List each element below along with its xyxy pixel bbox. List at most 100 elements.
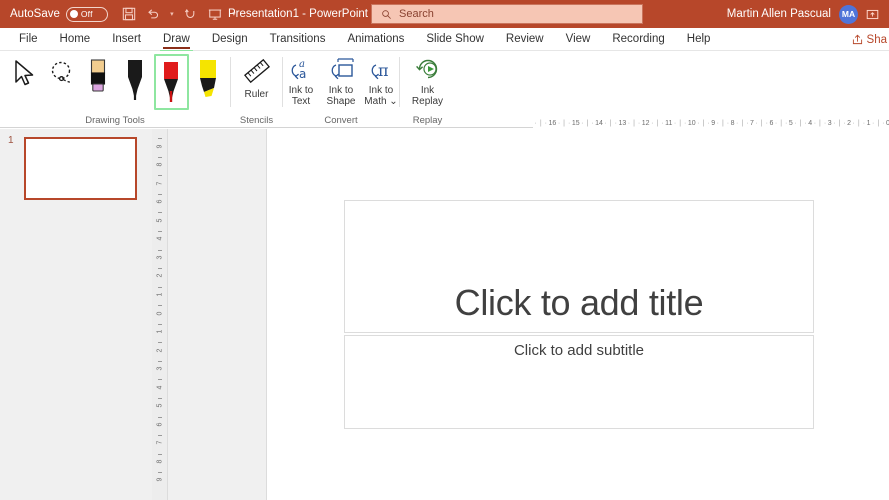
tab-active-underline xyxy=(162,47,190,49)
redo-icon[interactable] xyxy=(180,3,202,25)
ruler-tick-label: 8 xyxy=(156,162,164,167)
ruler-minor-tick xyxy=(158,416,162,418)
select-tool[interactable] xyxy=(8,54,42,110)
tab-animations[interactable]: Animations xyxy=(336,28,415,51)
svg-text:a: a xyxy=(299,67,306,81)
autosave-toggle[interactable]: Off xyxy=(65,6,108,22)
search-placeholder: Search xyxy=(399,8,434,20)
ruler-tick-label: 7 xyxy=(156,181,164,186)
restore-window-icon[interactable] xyxy=(866,8,879,21)
ribbon-group-stencils: Ruler Stencils xyxy=(231,51,282,128)
slide-thumbnail-1[interactable] xyxy=(24,137,137,200)
share-button[interactable]: Sha xyxy=(852,28,889,51)
ink-to-math-button[interactable]: π Ink to Math ⌄ xyxy=(361,51,401,113)
start-presentation-icon[interactable] xyxy=(204,3,226,25)
ink-to-math-label: Ink to Math ⌄ xyxy=(364,85,398,107)
tab-label: Review xyxy=(505,33,544,45)
ink-to-text-icon: aa xyxy=(286,56,316,82)
pen-red-tool[interactable] xyxy=(153,54,189,110)
slide-number-label: 1 xyxy=(8,135,14,146)
ruler-tick-label: 15 xyxy=(571,120,580,127)
ruler-minor-tick xyxy=(158,323,162,325)
lasso-select-tool[interactable] xyxy=(44,54,78,110)
tab-design[interactable]: Design xyxy=(201,28,259,51)
ruler-minor-tick xyxy=(158,305,162,307)
tab-label: Recording xyxy=(612,33,665,45)
svg-text:π: π xyxy=(378,61,389,80)
avatar[interactable]: MA xyxy=(839,4,858,24)
cursor-arrow-icon xyxy=(12,58,38,88)
horizontal-ruler[interactable]: · | · 16 · | · 15 · | · 14 · | · 13 · | · 12 · | · 11 · | · 10 · | · 9 ·… xyxy=(533,118,889,129)
tab-label: Slide Show xyxy=(426,33,484,45)
tab-label: Help xyxy=(686,33,711,45)
pen-black-tool[interactable] xyxy=(117,54,151,110)
tab-transitions[interactable]: Transitions xyxy=(259,28,337,51)
user-name-label: Martin Allen Pascual xyxy=(726,8,831,20)
ruler-tick-label: 2 xyxy=(156,273,164,278)
ruler-button[interactable]: Ruler xyxy=(237,51,277,113)
ruler-tick-label: 4 xyxy=(156,385,164,390)
ruler-tick-label: 4 xyxy=(156,236,164,241)
subtitle-placeholder[interactable]: Click to add subtitle xyxy=(344,335,814,429)
eraser-tool[interactable] xyxy=(81,54,115,110)
ribbon-group-drawing-tools: Drawing Tools xyxy=(0,51,230,128)
ruler-tick-label: 5 xyxy=(156,403,164,408)
ribbon-group-convert: aa Ink to Text Ink to Shape π Ink to Mat… xyxy=(283,51,399,128)
ribbon-group-label: Drawing Tools xyxy=(85,115,145,126)
undo-dropdown-icon[interactable]: ▾ xyxy=(166,3,178,25)
ruler-minor-tick xyxy=(158,435,162,437)
ruler-minor-tick xyxy=(158,379,162,381)
ink-to-text-label: Ink to Text xyxy=(288,85,314,107)
ruler-minor-tick xyxy=(158,212,162,214)
ruler-tick-label: 3 xyxy=(156,366,164,371)
ribbon-tab-strip: File Home Insert Draw Design Transitions… xyxy=(0,28,889,54)
slide-editing-surface[interactable]: Click to add title Click to add subtitle xyxy=(344,200,814,429)
subtitle-placeholder-text: Click to add subtitle xyxy=(513,342,645,359)
ruler-minor-tick xyxy=(158,268,162,270)
tab-review[interactable]: Review xyxy=(495,28,555,51)
ruler-tick-label: 16 xyxy=(548,120,557,127)
slide-canvas[interactable]: · | · 16 · | · 15 · | · 14 · | · 13 · | · 12 · | · 11 · | · 10 · | · 9 ·… xyxy=(266,118,889,500)
ink-replay-button[interactable]: Ink Replay xyxy=(408,51,448,113)
tab-view[interactable]: View xyxy=(555,28,602,51)
ruler-minor-tick xyxy=(158,138,162,140)
ink-replay-icon xyxy=(413,56,443,82)
highlighter-yellow-tool[interactable] xyxy=(191,54,225,110)
slide-thumbnail-panel[interactable]: 1 xyxy=(0,129,152,500)
tab-home[interactable]: Home xyxy=(49,28,102,51)
ruler-minor-tick xyxy=(158,453,162,455)
title-placeholder[interactable]: Click to add title xyxy=(344,200,814,333)
tab-draw[interactable]: Draw xyxy=(152,28,201,54)
autosave-control[interactable]: AutoSave Off xyxy=(10,6,108,22)
tab-insert[interactable]: Insert xyxy=(101,28,152,51)
save-icon[interactable] xyxy=(118,3,140,25)
tab-slide-show[interactable]: Slide Show xyxy=(415,28,495,51)
ruler-tick-label: 1 xyxy=(156,329,164,334)
ruler-tick-label: 8 xyxy=(156,459,164,464)
ruler-minor-tick xyxy=(158,360,162,362)
ruler-icon xyxy=(242,56,272,86)
autosave-state-label: Off xyxy=(80,9,93,19)
ink-to-math-icon: π xyxy=(366,56,396,82)
ruler-tick-label: 2 xyxy=(156,348,164,353)
title-bar: AutoSave Off ▾ ▾ Presentation1 - PowerPo… xyxy=(0,0,889,28)
tab-file[interactable]: File xyxy=(8,28,49,51)
ruler-tick-label: 9 xyxy=(156,144,164,148)
undo-icon[interactable] xyxy=(142,3,164,25)
tab-label: Insert xyxy=(112,33,141,45)
vertical-ruler[interactable]: 9 8 7 6 5 4 3 2 1 0 1 2 3 4 5 6 7 8 9 xyxy=(152,129,168,500)
ink-to-text-button[interactable]: aa Ink to Text xyxy=(281,51,321,113)
tab-label: File xyxy=(19,33,38,45)
share-icon xyxy=(852,34,863,45)
tab-label: Design xyxy=(211,33,248,45)
ribbon-group-label: Convert xyxy=(324,115,358,126)
search-input[interactable]: Search xyxy=(371,4,643,24)
tab-help[interactable]: Help xyxy=(676,28,722,51)
tab-recording[interactable]: Recording xyxy=(601,28,675,51)
work-area: 1 9876543210123456789 · | · 16 · | · 15 · | · 14 · | ·… xyxy=(0,118,889,500)
ruler-tick-label: 6 xyxy=(156,199,164,204)
ruler-tick-label: 9 xyxy=(156,477,164,482)
tab-label: Animations xyxy=(347,33,405,45)
ruler-minor-tick xyxy=(158,156,162,158)
ink-to-shape-button[interactable]: Ink to Shape xyxy=(321,51,361,113)
